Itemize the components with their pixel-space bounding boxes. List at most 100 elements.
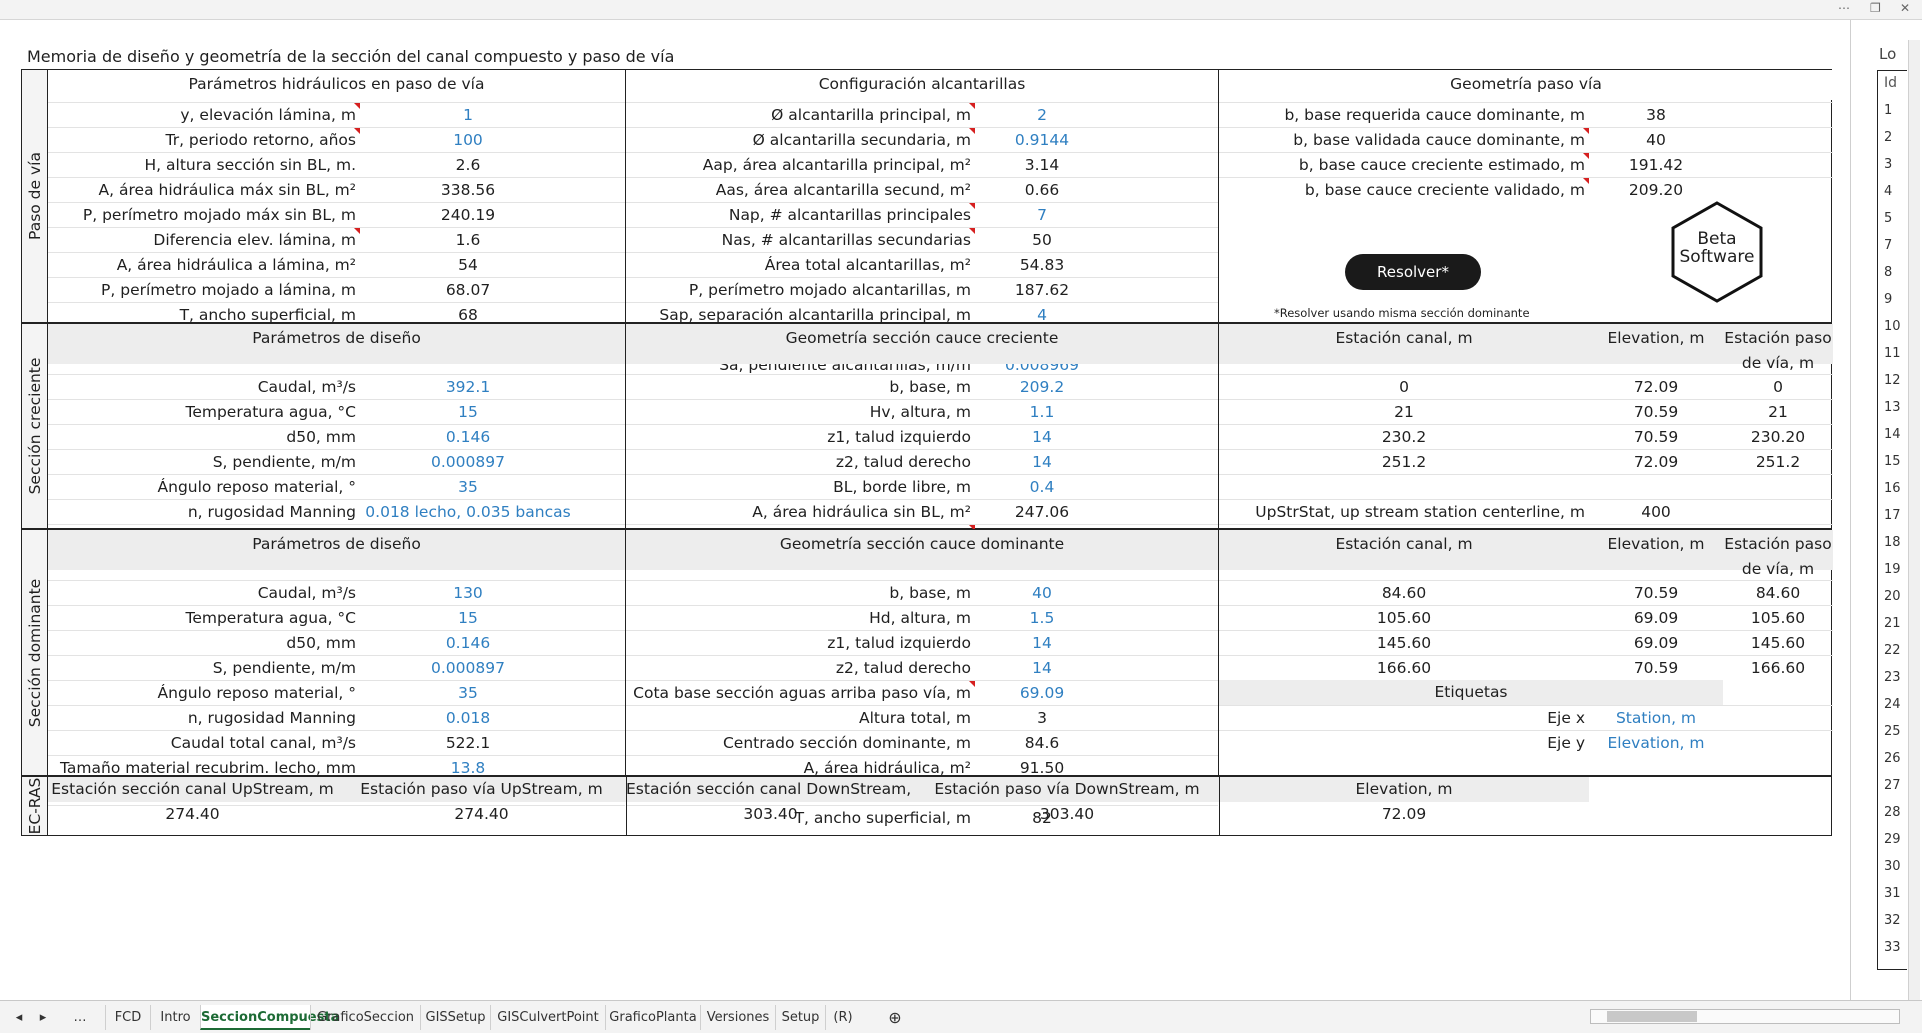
- row-number: 31: [1884, 886, 1901, 901]
- param-value[interactable]: 0.018: [360, 706, 576, 731]
- sheet-tab-graficoplanta[interactable]: GraficoPlanta: [605, 1005, 700, 1030]
- param-label: n, rugosidad Manning: [187, 709, 356, 727]
- param-label: Cota base sección aguas arriba paso vía,…: [633, 684, 971, 702]
- sheet-tab-fcd[interactable]: FCD: [105, 1005, 150, 1030]
- section-dominante: Sección dominante Parámetros de diseño Cau…: [21, 529, 1833, 827]
- station-cell: 0: [1399, 378, 1409, 396]
- param-value[interactable]: 35: [360, 681, 576, 706]
- param-value[interactable]: 14: [975, 631, 1109, 656]
- hecras-value: 274.40: [165, 805, 220, 823]
- sheet-tab-versiones[interactable]: Versiones: [700, 1005, 775, 1030]
- param-value[interactable]: 1: [360, 103, 576, 128]
- stations-header: Estación canal, m Elevation, m Estación pa…: [1219, 324, 1833, 372]
- tab-nav-left[interactable]: ◂: [8, 1005, 30, 1030]
- param-label: z2, talud derecho: [835, 453, 971, 471]
- row-number: 25: [1884, 724, 1901, 739]
- axis-value[interactable]: Elevation, m: [1589, 731, 1723, 756]
- param-value[interactable]: 0.146: [360, 425, 576, 450]
- design-params-block: Parámetros de diseño Caudal, m³/s 130 Tempe…: [48, 530, 626, 806]
- param-value[interactable]: 130: [360, 581, 576, 606]
- horizontal-scrollbar[interactable]: [1590, 1009, 1900, 1024]
- section-hec-ras: EC-RAS Estación sección canal UpStream, m…: [21, 776, 1832, 836]
- param-value[interactable]: 15: [360, 400, 576, 425]
- section-geometry-block: Geometría sección cauce dominante b, base…: [626, 530, 1219, 827]
- axis-value[interactable]: Station, m: [1589, 706, 1723, 731]
- param-value[interactable]: 69.09: [975, 681, 1109, 706]
- station-row: 251.2 72.09 251.2: [1219, 449, 1833, 474]
- station-row: 105.60 69.09 105.60: [1219, 605, 1833, 630]
- sheet-tab-gissetup[interactable]: GISSetup: [420, 1005, 490, 1030]
- param-value[interactable]: 100: [360, 128, 576, 153]
- section-geometry-block: Geometría sección cauce creciente b, base…: [626, 324, 1219, 571]
- param-value[interactable]: 14: [975, 425, 1109, 450]
- param-value[interactable]: 15: [360, 606, 576, 631]
- sheet-tab-intro[interactable]: Intro: [150, 1005, 200, 1030]
- scroll-thumb[interactable]: [1607, 1011, 1697, 1022]
- station-row: [1219, 474, 1833, 499]
- comment-indicator: [969, 681, 975, 687]
- param-label: z1, talud izquierdo: [827, 634, 971, 652]
- param-value[interactable]: 0.146: [360, 631, 576, 656]
- sheet-tab-gisculvertpoint[interactable]: GISCulvertPoint: [490, 1005, 605, 1030]
- param-value: 3.14: [1024, 156, 1060, 174]
- param-value[interactable]: 35: [360, 475, 576, 500]
- close-icon[interactable]: ✕: [1900, 1, 1910, 15]
- station-cell: 0: [1773, 378, 1783, 396]
- comment-indicator: [1583, 178, 1589, 184]
- row-number: 1: [1884, 103, 1893, 118]
- row-number: 12: [1884, 373, 1901, 388]
- param-row: P, perímetro mojado alcantarillas, m 187.…: [626, 277, 1218, 302]
- section-dominante-side-label: Sección dominante: [22, 530, 48, 775]
- restore-icon[interactable]: ❐: [1870, 1, 1881, 15]
- param-row: Temperatura agua, °C 15: [48, 605, 625, 630]
- add-sheet-button[interactable]: ⊕: [880, 1005, 910, 1030]
- param-value[interactable]: 14: [975, 450, 1109, 475]
- comment-indicator: [354, 128, 360, 134]
- block-header: Geometría sección cauce dominante: [626, 530, 1218, 570]
- vertical-scrollbar[interactable]: [1908, 40, 1920, 1000]
- station-extra-value: 400: [1641, 503, 1671, 521]
- section-creciente-side-label: Sección creciente: [22, 324, 48, 528]
- param-value[interactable]: 0.000897: [360, 450, 576, 475]
- param-value[interactable]: 40: [975, 581, 1109, 606]
- sheet-tab-setup[interactable]: Setup: [775, 1005, 825, 1030]
- param-value[interactable]: 2: [975, 103, 1109, 128]
- more-icon[interactable]: ⋯: [1838, 1, 1850, 15]
- param-label: y, elevación lámina, m: [180, 106, 356, 124]
- right-panel-header: Lo: [1879, 45, 1897, 63]
- tab-nav-right[interactable]: ▸: [32, 1005, 54, 1030]
- param-value[interactable]: 14: [975, 656, 1109, 681]
- param-value[interactable]: 0.018 lecho, 0.035 bancas: [360, 500, 576, 525]
- param-row: z2, talud derecho 14: [626, 655, 1218, 680]
- param-value[interactable]: 0.9144: [975, 128, 1109, 153]
- param-value[interactable]: 1.1: [975, 400, 1109, 425]
- side-label-text: Sección dominante: [25, 578, 44, 727]
- param-row: P, perímetro mojado máx sin BL, m 240.19: [48, 202, 625, 227]
- param-label: Ángulo reposo material, °: [157, 478, 356, 496]
- param-value[interactable]: 392.1: [360, 375, 576, 400]
- param-label: Nap, # alcantarillas principales: [728, 206, 971, 224]
- param-value[interactable]: 209.2: [975, 375, 1109, 400]
- sheet-tab-r[interactable]: (R): [825, 1005, 860, 1030]
- row-number: 20: [1884, 589, 1901, 604]
- param-label: A, área hidráulica máx sin BL, m²: [98, 181, 356, 199]
- param-value: 54: [458, 256, 478, 274]
- row-number: 33: [1884, 940, 1901, 955]
- sheet-tab-seccioncompuesta[interactable]: SeccionCompuesta: [200, 1005, 339, 1030]
- param-value[interactable]: 7: [975, 203, 1109, 228]
- tab-more[interactable]: …: [62, 1005, 98, 1030]
- station-cell: 72.09: [1633, 378, 1679, 396]
- param-value[interactable]: 0.000897: [360, 656, 576, 681]
- param-value[interactable]: 1.5: [975, 606, 1109, 631]
- param-row: n, rugosidad Manning 0.018 lecho, 0.035 b…: [48, 499, 625, 524]
- param-value: 68.07: [445, 281, 491, 299]
- comment-indicator: [354, 103, 360, 109]
- station-row: 166.60 70.59 166.60: [1219, 655, 1833, 680]
- param-row: y, elevación lámina, m1: [48, 102, 625, 127]
- hecras-divider: [1219, 777, 1220, 835]
- hecras-value: 72.09: [1381, 805, 1427, 823]
- resolver-button[interactable]: Resolver*: [1345, 254, 1481, 290]
- param-row: b, base cauce creciente validado, m 209.2…: [1219, 177, 1833, 202]
- sheet-tab-graficoseccion[interactable]: GraficoSeccion: [310, 1005, 420, 1030]
- param-value[interactable]: 0.4: [975, 475, 1109, 500]
